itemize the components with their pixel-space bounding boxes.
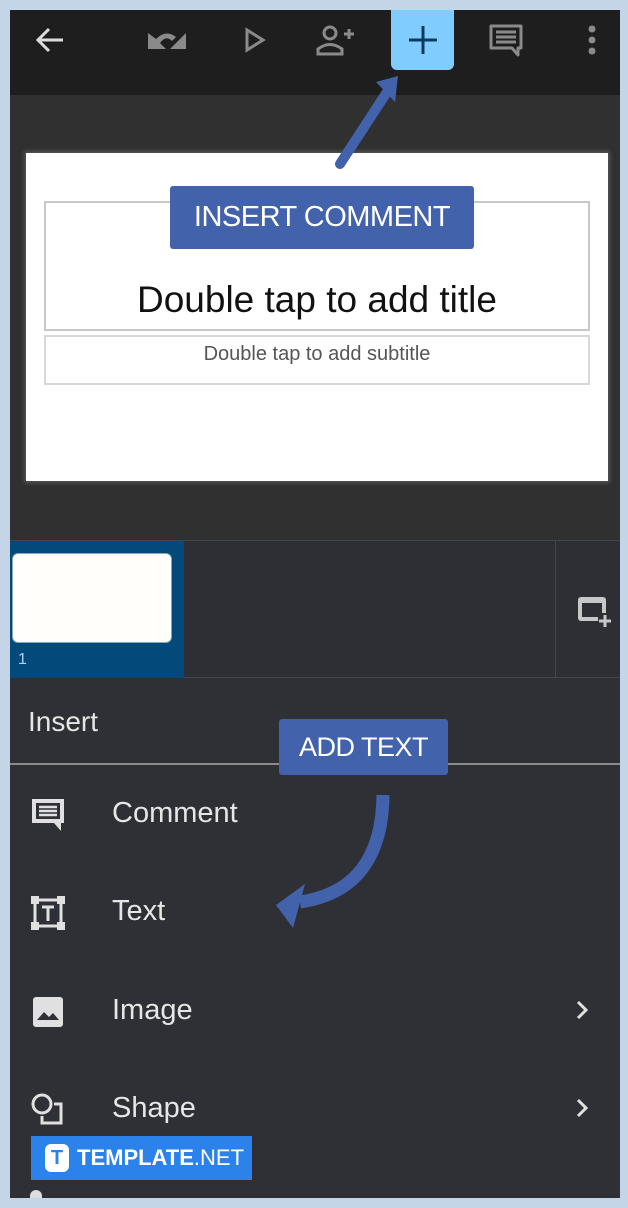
chevron-right-icon [576, 1000, 589, 1020]
comment-icon[interactable] [486, 22, 526, 58]
insert-plus-icon [408, 26, 437, 54]
phone-screen: Double tap to add title Double tap to ad… [10, 10, 620, 1198]
comment-icon [30, 797, 66, 833]
undo-icon[interactable] [147, 22, 187, 58]
template-net-watermark: T TEMPLATE .NET [31, 1136, 252, 1180]
slide-thumbnail-preview [12, 553, 172, 643]
subtitle-placeholder-text: Double tap to add subtitle [203, 343, 431, 365]
slide-thumbnail-1[interactable]: 1 [10, 541, 184, 678]
insert-comment-callout: INSERT COMMENT [170, 186, 474, 249]
new-slide-button[interactable] [576, 593, 616, 629]
slide-number: 1 [18, 651, 27, 668]
shape-icon [30, 1092, 66, 1128]
text-box-icon [30, 895, 66, 931]
more-options-icon[interactable] [572, 22, 612, 58]
menu-item-label: Comment [112, 797, 238, 829]
menu-item-image[interactable]: Image [10, 972, 620, 1052]
brand-name-light: .NET [193, 1145, 245, 1170]
insert-button[interactable] [391, 10, 454, 70]
subtitle-placeholder[interactable]: Double tap to add subtitle [44, 335, 590, 385]
add-text-callout: ADD TEXT [279, 719, 448, 775]
menu-item-text[interactable]: Text [10, 873, 620, 953]
filmstrip-divider [555, 541, 556, 678]
image-icon [30, 994, 66, 1030]
title-placeholder-text: Double tap to add title [137, 279, 497, 320]
menu-item-label: Shape [112, 1092, 196, 1124]
menu-item-partial-icon [30, 1190, 42, 1198]
slide-canvas-area: Double tap to add title Double tap to ad… [10, 95, 620, 540]
chevron-right-icon [576, 1098, 589, 1118]
template-logo-icon: T [45, 1144, 69, 1172]
play-icon[interactable] [235, 22, 275, 58]
top-toolbar [10, 10, 620, 95]
slide-filmstrip: 1 [10, 540, 620, 678]
insert-menu-header: Insert [28, 706, 99, 737]
menu-item-label: Image [112, 994, 193, 1026]
menu-item-label: Text [112, 895, 166, 927]
new-slide-icon [578, 597, 612, 627]
add-person-icon[interactable] [316, 22, 356, 58]
menu-item-comment[interactable]: Comment [10, 775, 620, 855]
back-arrow-icon[interactable] [30, 22, 70, 58]
brand-name-bold: TEMPLATE [77, 1145, 194, 1170]
